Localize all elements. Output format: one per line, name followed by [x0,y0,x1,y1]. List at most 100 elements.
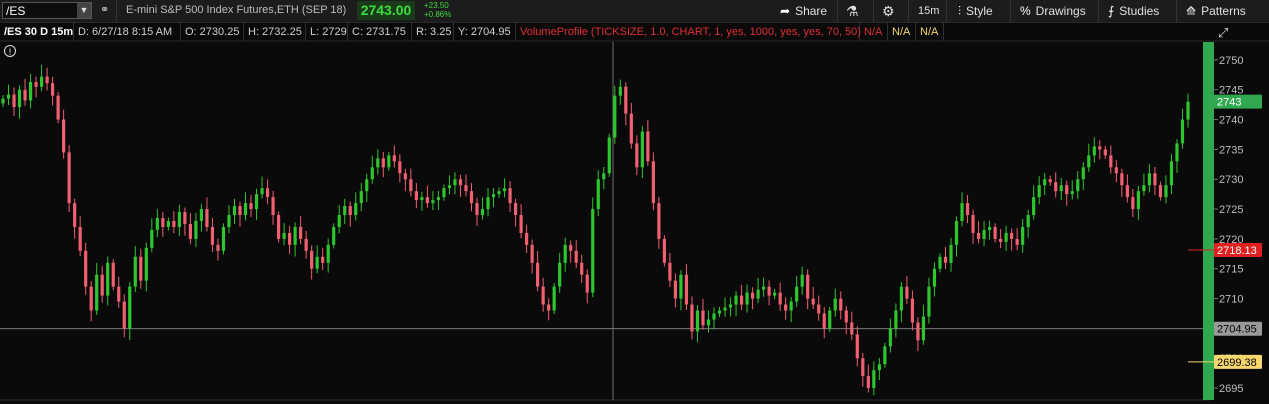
candle-body [172,221,176,227]
candle-body [613,95,617,138]
candle-body [486,197,490,210]
candle-body [778,292,782,305]
candle-body [1087,155,1091,168]
candle-body [811,298,815,305]
candle-body [932,268,937,287]
candle-body [591,209,595,293]
candle-body [558,262,562,287]
candle-body [183,212,187,224]
candle-body [806,274,810,299]
candle-body [508,188,512,204]
candle-body [684,274,689,305]
candle-body [899,286,903,311]
candle-body [976,232,981,239]
candle-body [513,203,518,216]
axis-tick-label: 2715 [1219,264,1243,276]
candle-body [1103,149,1107,156]
price-chart[interactable]: 2750274527402735273027252720271527102705… [0,0,1269,404]
candle-body [960,203,964,221]
candle-body [541,286,545,305]
candle-body [1125,185,1129,198]
candle-body [365,179,369,192]
info-icon[interactable]: ! [4,45,16,57]
candle-body [745,292,749,305]
candle-body [993,226,997,239]
candle-body [243,203,248,216]
candle-body [624,86,628,114]
candle-body [750,292,755,299]
candle-body [872,370,876,389]
candle-body [574,250,578,263]
candle-body [420,197,424,201]
candle-body [188,223,192,239]
candle-body [447,185,452,189]
candle-body [938,256,942,269]
candle-body [999,238,1003,242]
candle-body [227,215,231,227]
candle-body [1021,226,1025,245]
candle-body [56,95,60,120]
candle-body [310,250,314,269]
axis-tick-label: 2735 [1219,144,1243,156]
candle-body [800,274,804,287]
candle-body [618,86,622,96]
candle-body [150,229,154,248]
candle-body [144,247,148,281]
candle-body [403,173,407,180]
candle-body [475,203,479,216]
candle-body [695,310,700,332]
candle-body [1131,197,1135,210]
candle-body [943,256,948,263]
candle-body [6,94,11,99]
candle-body [602,173,606,180]
candle-body [122,301,126,329]
candle-body [321,256,325,263]
candle-body [927,286,931,317]
candle-body [155,218,159,230]
candle-body [657,203,661,239]
candle-body [734,295,738,305]
candle-body [756,289,760,299]
candle-body [265,188,270,198]
candle-body [205,209,209,227]
candle-body [640,131,644,168]
candle-body [216,244,220,251]
candle-body [1164,185,1168,198]
candle-body [139,256,143,281]
study-level-red-label: 2718.13 [1217,245,1257,257]
candle-body [425,197,429,204]
candle-body [332,226,336,245]
candle-body [337,215,341,227]
candle-body [95,274,99,311]
candle-body [739,295,744,305]
candle-body [839,298,843,311]
candle-body [315,256,319,269]
candle-body [894,310,898,329]
candle-body [133,256,137,287]
candle-body [552,286,556,311]
candle-body [282,232,286,239]
candle-body [161,218,165,227]
candle-body [398,161,402,174]
study-level-yellow-label: 2699.38 [1217,357,1257,369]
axis-scale-icon[interactable]: ⤢ [1218,26,1228,41]
candle-body [1147,173,1152,186]
candle-body [679,274,683,299]
candle-body [497,191,501,195]
candle-body [536,262,540,287]
candle-body [1,98,5,104]
candle-body [249,203,253,210]
candle-body [442,188,446,198]
candle-body [17,89,22,108]
candle-body [111,262,115,287]
candle-body [982,229,986,239]
candle-body [1076,179,1080,192]
candle-body [1175,143,1179,162]
candle-body [458,179,463,186]
candle-body [436,197,441,201]
candle-body [1070,191,1074,195]
candle-body [580,262,584,275]
candle-body [1032,197,1036,216]
candle-body [199,209,204,221]
candle-body [34,81,38,87]
